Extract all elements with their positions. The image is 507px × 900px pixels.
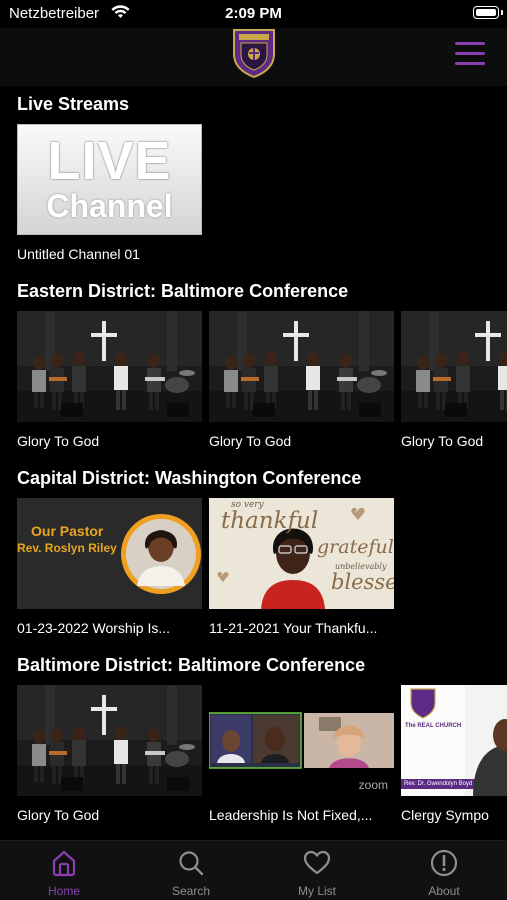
- video-card[interactable]: Glory To God: [401, 311, 507, 449]
- card-caption: Clergy Sympo: [401, 807, 489, 823]
- card-caption: Leadership Is Not Fixed,...: [209, 807, 373, 823]
- heart-icon: [303, 850, 331, 875]
- tab-home[interactable]: Home: [14, 849, 114, 898]
- tab-search-label: Search: [171, 884, 211, 898]
- live-thumb-subtitle: Channel: [46, 188, 173, 225]
- info-icon: [430, 849, 458, 877]
- pastor-thumb-heading: Our Pastor: [31, 523, 104, 539]
- section-title-eastern-district: Eastern District: Baltimore Conference: [17, 281, 349, 301]
- baltimore-district-row[interactable]: Glory To God zoom Leadership Is Not Fixe…: [17, 685, 507, 825]
- live-streams-row[interactable]: LIVE Channel Untitled Channel 01: [17, 124, 507, 264]
- video-card[interactable]: zoom Leadership Is Not Fixed,...: [209, 685, 394, 823]
- clergy-symposium-thumbnail[interactable]: The REAL CHURCH Rev. Dr. Gwendolyn Boyd: [401, 685, 507, 796]
- card-caption: Glory To God: [401, 433, 484, 449]
- thankful-thumb-line5: blessed: [331, 570, 394, 594]
- worship-band-thumbnail[interactable]: [17, 311, 202, 422]
- card-caption: Untitled Channel 01: [17, 246, 140, 262]
- status-time: 2:09 PM: [225, 5, 282, 22]
- video-card[interactable]: Glory To God: [17, 311, 202, 449]
- card-caption: Glory To God: [17, 433, 100, 449]
- thankful-thumb-line2: thankful: [221, 508, 319, 534]
- church-crest-logo[interactable]: [232, 28, 276, 78]
- live-thumb-title: LIVE: [47, 131, 172, 192]
- live-channel-card[interactable]: LIVE Channel Untitled Channel 01: [17, 124, 202, 262]
- capital-district-row[interactable]: Our Pastor Rev. Roslyn Riley 01-23-2022 …: [17, 498, 507, 638]
- zoom-watermark: zoom: [358, 778, 388, 792]
- hamburger-menu-icon[interactable]: [455, 42, 485, 66]
- section-title-baltimore-district: Baltimore District: Baltimore Conference: [17, 655, 366, 675]
- app-header: [0, 28, 507, 86]
- worship-band-thumbnail[interactable]: [401, 311, 507, 422]
- status-bar: Netzbetreiber 2:09 PM: [0, 0, 507, 28]
- section-title-live-streams: Live Streams: [17, 94, 130, 114]
- video-card[interactable]: so very thankful grateful unbelievably b…: [209, 498, 394, 636]
- home-feed[interactable]: Live Streams LIVE Channel Untitled Chann…: [0, 86, 507, 840]
- tab-about[interactable]: About: [394, 849, 494, 898]
- video-card[interactable]: Our Pastor Rev. Roslyn Riley 01-23-2022 …: [17, 498, 202, 636]
- bottom-tab-bar: Home Search My List About: [0, 840, 507, 900]
- thankful-thumbnail[interactable]: so very thankful grateful unbelievably b…: [209, 498, 394, 609]
- zoom-meeting-thumbnail[interactable]: zoom: [209, 685, 394, 796]
- clergy-thumb-line1: The REAL CHURCH: [405, 723, 462, 729]
- eastern-district-row[interactable]: Glory To God Glory To God Glory To God: [17, 311, 507, 451]
- home-icon: [52, 850, 76, 877]
- card-caption: Glory To God: [17, 807, 100, 823]
- battery-icon: [473, 6, 503, 19]
- search-icon: [179, 851, 204, 876]
- clergy-thumb-line2: Rev. Dr. Gwendolyn Boyd: [404, 781, 473, 787]
- video-card[interactable]: Glory To God: [17, 685, 202, 823]
- worship-band-thumbnail[interactable]: [209, 311, 394, 422]
- tab-home-label: Home: [47, 884, 80, 898]
- tab-my-list[interactable]: My List: [267, 849, 367, 898]
- section-title-capital-district: Capital District: Washington Conference: [17, 468, 362, 488]
- worship-band-thumbnail[interactable]: [17, 685, 202, 796]
- tab-search[interactable]: Search: [141, 849, 241, 898]
- thankful-thumb-line3: grateful: [317, 536, 394, 558]
- tab-about-label: About: [428, 884, 460, 898]
- live-channel-thumbnail[interactable]: LIVE Channel: [17, 124, 202, 235]
- card-caption: Glory To God: [209, 433, 292, 449]
- pastor-thumbnail[interactable]: Our Pastor Rev. Roslyn Riley: [17, 498, 202, 609]
- card-caption: 11-21-2021 Your Thankfu...: [209, 620, 378, 636]
- pastor-thumb-name: Rev. Roslyn Riley: [17, 541, 117, 555]
- tab-my-list-label: My List: [297, 884, 336, 898]
- video-card[interactable]: The REAL CHURCH Rev. Dr. Gwendolyn Boyd …: [401, 685, 507, 823]
- video-card[interactable]: Glory To God: [209, 311, 394, 449]
- card-caption: 01-23-2022 Worship Is...: [17, 620, 171, 636]
